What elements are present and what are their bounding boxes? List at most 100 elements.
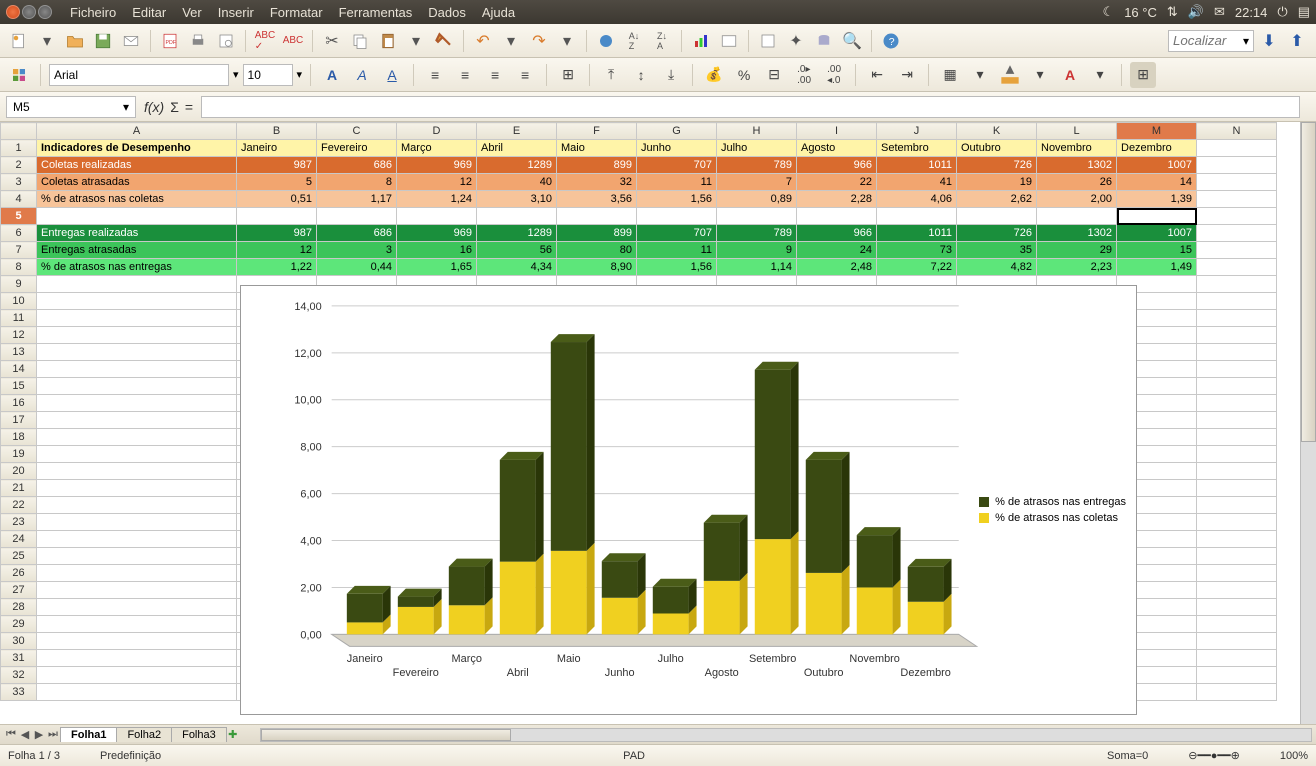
data-cell[interactable]: 1011 [877, 157, 957, 174]
close-icon[interactable] [6, 5, 20, 19]
data-cell[interactable]: 1007 [1117, 225, 1197, 242]
col-header-F[interactable]: F [557, 123, 637, 140]
menu-formatar[interactable]: Formatar [262, 3, 331, 22]
row-label[interactable]: Entregas atrasadas [37, 242, 237, 259]
menu-dados[interactable]: Dados [420, 3, 474, 22]
data-cell[interactable]: 11 [637, 242, 717, 259]
row-header-16[interactable]: 16 [1, 395, 37, 412]
add-decimal-button[interactable]: .0▸.00 [791, 62, 817, 88]
data-cell[interactable]: 24 [797, 242, 877, 259]
data-cell[interactable]: 987 [237, 225, 317, 242]
gridlines-button[interactable]: ⊞ [1130, 62, 1156, 88]
col-header-C[interactable]: C [317, 123, 397, 140]
data-cell[interactable]: 8,90 [557, 259, 637, 276]
data-cell[interactable]: 1,49 [1117, 259, 1197, 276]
print-preview-button[interactable] [213, 28, 239, 54]
row-header-25[interactable]: 25 [1, 548, 37, 565]
data-cell[interactable] [557, 208, 637, 225]
row-header-4[interactable]: 4 [1, 191, 37, 208]
paste-dropdown[interactable]: ▾ [403, 28, 429, 54]
align-top-button[interactable]: ⤒ [598, 62, 624, 88]
data-cell[interactable] [397, 208, 477, 225]
col-header-H[interactable]: H [717, 123, 797, 140]
data-cell[interactable]: 1,56 [637, 191, 717, 208]
row-header-5[interactable]: 5 [1, 208, 37, 225]
data-cell[interactable]: 80 [557, 242, 637, 259]
data-cell[interactable]: 966 [797, 225, 877, 242]
data-cell[interactable]: 1289 [477, 225, 557, 242]
bgcolor-dropdown[interactable]: ▾ [1027, 62, 1053, 88]
tab-prev-icon[interactable]: ◀ [18, 728, 32, 742]
data-cell[interactable]: 32 [557, 174, 637, 191]
row-header-27[interactable]: 27 [1, 582, 37, 599]
data-cell[interactable]: 7 [717, 174, 797, 191]
data-cell[interactable]: 686 [317, 157, 397, 174]
data-cell[interactable]: 16 [397, 242, 477, 259]
find-prev-button[interactable]: ⬆ [1284, 28, 1310, 54]
bold-button[interactable]: A [319, 62, 345, 88]
align-bottom-button[interactable]: ⤓ [658, 62, 684, 88]
row-header-9[interactable]: 9 [1, 276, 37, 293]
row-label[interactable]: % de atrasos nas coletas [37, 191, 237, 208]
image-button[interactable] [716, 28, 742, 54]
save-button[interactable] [90, 28, 116, 54]
month-header[interactable]: Março [397, 140, 477, 157]
data-cell[interactable]: 4,82 [957, 259, 1037, 276]
row-header-23[interactable]: 23 [1, 514, 37, 531]
mail-icon[interactable]: ✉ [1214, 4, 1225, 20]
sum-display[interactable]: Soma=0 [1107, 750, 1148, 762]
data-cell[interactable] [957, 208, 1037, 225]
align-right-button[interactable]: ≡ [482, 62, 508, 88]
undo-dropdown[interactable]: ▾ [498, 28, 524, 54]
data-cell[interactable]: 1302 [1037, 157, 1117, 174]
data-cell[interactable]: 3,56 [557, 191, 637, 208]
embedded-chart[interactable]: 0,002,004,006,008,0010,0012,0014,00Janei… [240, 285, 1137, 715]
col-header-B[interactable]: B [237, 123, 317, 140]
row-header-20[interactable]: 20 [1, 463, 37, 480]
zoom-value[interactable]: 100% [1280, 750, 1308, 762]
font-dropdown-icon[interactable]: ▾ [233, 68, 239, 81]
data-cell[interactable]: 969 [397, 157, 477, 174]
row-header-1[interactable]: 1 [1, 140, 37, 157]
data-cell[interactable]: 1,56 [637, 259, 717, 276]
data-cell[interactable]: 9 [717, 242, 797, 259]
currency-button[interactable]: 💰 [701, 62, 727, 88]
percent-button[interactable]: % [731, 62, 757, 88]
font-name-combo[interactable] [49, 64, 229, 86]
data-cell[interactable]: 12 [237, 242, 317, 259]
month-header[interactable]: Agosto [797, 140, 877, 157]
month-header[interactable]: Maio [557, 140, 637, 157]
increase-indent-button[interactable]: ⇥ [894, 62, 920, 88]
data-cell[interactable]: 0,44 [317, 259, 397, 276]
data-cell[interactable]: 899 [557, 157, 637, 174]
volume-icon[interactable]: 🔊 [1188, 4, 1204, 20]
find-dropdown-icon[interactable]: ▾ [1243, 34, 1249, 48]
data-cell[interactable]: 22 [797, 174, 877, 191]
navigator-button[interactable] [755, 28, 781, 54]
chart-button[interactable] [688, 28, 714, 54]
data-cell[interactable]: 899 [557, 225, 637, 242]
data-cell[interactable]: 2,62 [957, 191, 1037, 208]
tab-last-icon[interactable]: ⏭ [46, 728, 60, 742]
row-label[interactable]: Coletas realizadas [37, 157, 237, 174]
data-cell[interactable]: 3 [317, 242, 397, 259]
hyperlink-button[interactable] [593, 28, 619, 54]
row-header-33[interactable]: 33 [1, 684, 37, 701]
email-button[interactable] [118, 28, 144, 54]
cell-A1[interactable]: Indicadores de Desempenho [37, 140, 237, 157]
month-header[interactable]: Janeiro [237, 140, 317, 157]
maximize-icon[interactable] [38, 5, 52, 19]
font-size-combo[interactable] [243, 64, 293, 86]
data-cell[interactable]: 14 [1117, 174, 1197, 191]
row-label[interactable]: Coletas atrasadas [37, 174, 237, 191]
data-cell[interactable]: 5 [237, 174, 317, 191]
redo-dropdown[interactable]: ▾ [554, 28, 580, 54]
redo-button[interactable]: ↷ [526, 28, 552, 54]
data-cell[interactable] [717, 208, 797, 225]
data-cell[interactable]: 56 [477, 242, 557, 259]
data-cell[interactable]: 789 [717, 157, 797, 174]
month-header[interactable]: Dezembro [1117, 140, 1197, 157]
italic-button[interactable]: A [349, 62, 375, 88]
data-cell[interactable]: 2,48 [797, 259, 877, 276]
row-header-12[interactable]: 12 [1, 327, 37, 344]
